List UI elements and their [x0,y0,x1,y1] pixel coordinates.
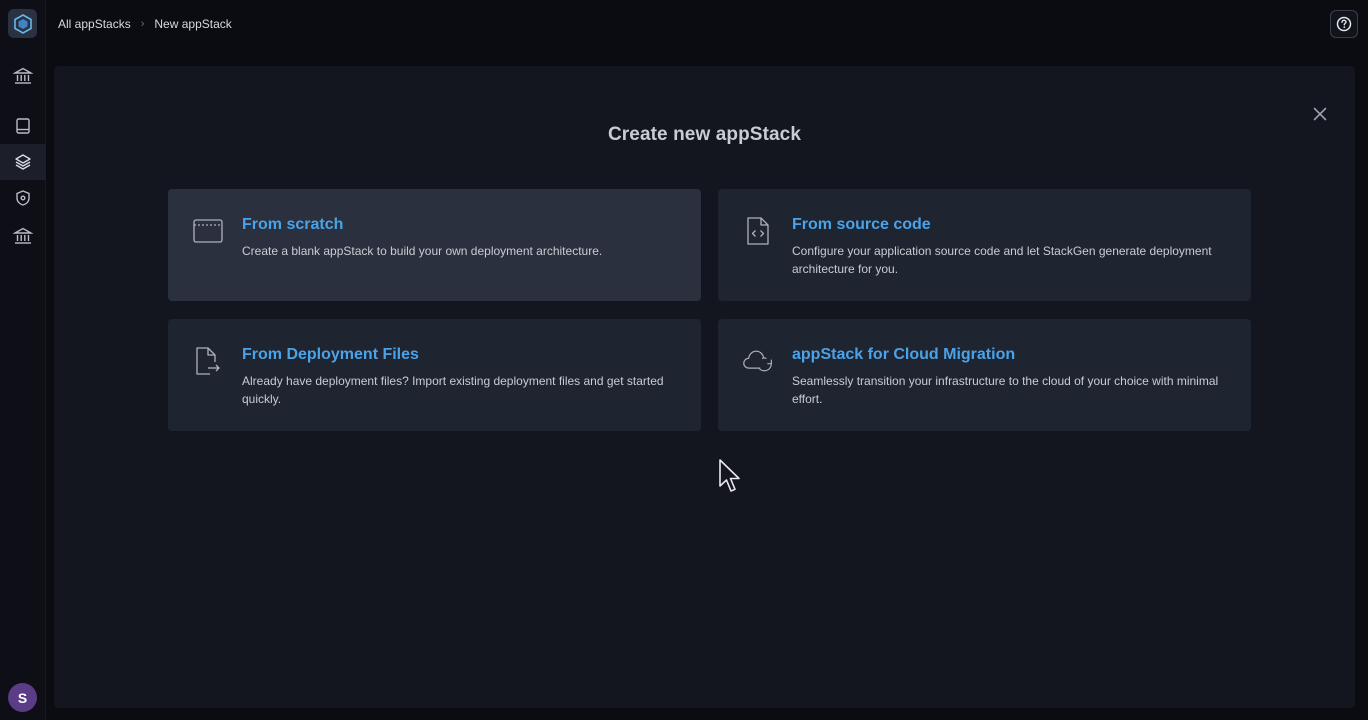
option-title: From scratch [242,216,344,233]
option-description: Seamlessly transition your infrastructur… [792,374,1219,406]
close-button[interactable] [1309,103,1331,125]
option-title: From source code [792,216,931,233]
card-icon-wrapper [192,345,224,377]
bank-icon [13,67,33,84]
breadcrumb: All appStacks › New appStack [58,17,232,31]
option-title: appStack for Cloud Migration [792,346,1016,363]
option-description: Configure your application source code a… [792,244,1212,276]
sidebar-item-governance[interactable] [0,218,46,254]
import-file-icon [196,347,220,375]
option-cloud-migration[interactable]: appStack for Cloud Migration Seamlessly … [718,319,1251,431]
logo-icon [13,13,32,34]
option-from-deployment-files[interactable]: From Deployment Files Already have deplo… [168,319,701,431]
modal-title: Create new appStack [607,124,802,145]
card-icon-wrapper [742,345,774,377]
code-file-icon [747,217,769,245]
breadcrumb-new-appstack: New appStack [154,17,232,31]
sidebar-item-catalog[interactable] [0,108,46,144]
cloud-sync-icon [743,350,772,372]
mouse-cursor-icon [719,459,740,492]
sidebar: S [0,0,46,720]
breadcrumb-all-appstacks[interactable]: All appStacks [58,17,131,31]
help-icon [1336,16,1352,32]
bank-icon [13,227,33,244]
shield-icon [16,190,30,206]
book-icon [16,118,30,134]
option-title: From Deployment Files [242,346,419,363]
option-description: Already have deployment files? Import ex… [242,374,664,406]
card-icon-wrapper [192,215,224,247]
app-logo[interactable] [8,9,37,38]
sidebar-item-policies[interactable] [0,180,46,216]
help-button[interactable] [1330,10,1358,38]
sidebar-item-organization[interactable] [0,58,46,94]
avatar-initial: S [17,689,28,706]
breadcrumb-separator: › [140,18,145,30]
close-icon [1313,107,1327,121]
user-avatar[interactable]: S [8,683,37,712]
option-from-scratch[interactable]: From scratch Create a blank appStack to … [168,189,701,301]
card-icon-wrapper [742,215,774,247]
create-appstack-panel: Create new appStack From scratch Create … [54,66,1355,708]
option-description: Create a blank appStack to build your ow… [242,244,603,258]
window-icon [193,219,223,243]
sidebar-item-appstacks[interactable] [0,144,46,180]
top-bar: All appStacks › New appStack [46,0,1368,48]
option-from-source-code[interactable]: From source code Configure your applicat… [718,189,1251,301]
layers-icon [15,154,31,170]
